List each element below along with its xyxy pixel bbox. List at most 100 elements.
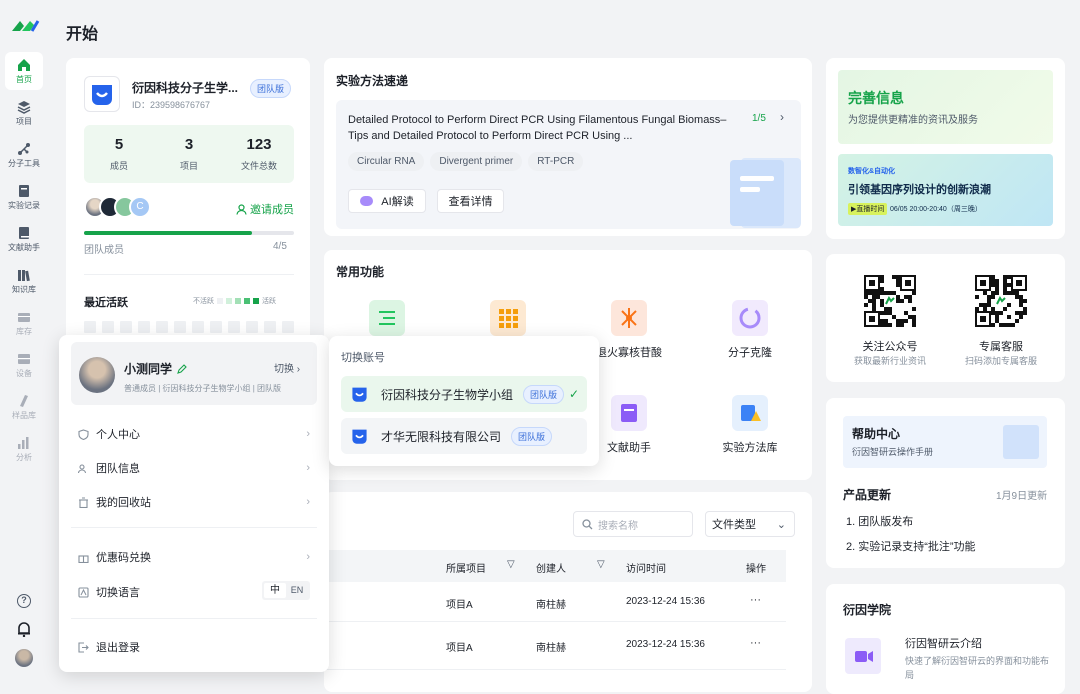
inventory-icon (18, 312, 30, 322)
menu-recycle-bin[interactable]: 我的回收站 › (78, 494, 310, 510)
logout-icon (78, 641, 89, 653)
sidebar: 首页 项目 分子工具 实验记录 文献助手 知识库 库存 设备 样品库 分析 ? (0, 0, 48, 675)
protocol-tag[interactable]: Divergent primer (430, 152, 523, 171)
section-title: 常用功能 (336, 265, 385, 279)
avatar[interactable] (15, 649, 33, 667)
chevron-right-icon[interactable]: › (780, 110, 784, 124)
lang-en-option[interactable]: EN (286, 583, 308, 598)
page-title: 开始 (66, 26, 99, 43)
notebook-icon (19, 184, 29, 197)
team-logo-icon (352, 429, 367, 444)
document-illustration (730, 160, 784, 226)
filter-icon[interactable]: ▽ (597, 559, 605, 570)
protocol-tag[interactable]: Circular RNA (348, 152, 425, 171)
edit-icon[interactable] (177, 363, 187, 374)
sidebar-item-lab-notes[interactable]: 实验记录 (5, 178, 43, 216)
analysis-icon (18, 436, 29, 449)
search-input[interactable]: 搜索名称 (573, 511, 693, 537)
banner-kicker: 数智化&自动化 (848, 168, 896, 175)
sidebar-item-label: 项目 (16, 116, 32, 126)
protocol-item[interactable]: Detailed Protocol to Perform Direct PCR … (336, 100, 801, 229)
team-name: 衍因科技分子生学... (132, 81, 239, 95)
more-icon[interactable]: ··· (750, 594, 761, 606)
video-icon[interactable] (845, 638, 881, 674)
help-icon[interactable]: ? (17, 594, 31, 608)
file-type-select[interactable]: 文件类型 ⌄ (705, 511, 795, 537)
team-logo (84, 76, 120, 112)
menu-team-info[interactable]: 团队信息 › (78, 460, 310, 476)
menu-logout[interactable]: 退出登录 (78, 639, 310, 655)
device-icon (18, 353, 30, 364)
sidebar-item-projects[interactable]: 项目 (5, 94, 43, 132)
layers-icon (17, 100, 31, 114)
molecule-icon (18, 142, 30, 155)
user-profile-header[interactable]: 小测同学 普通成员 | 衍因科技分子生物学小组 | 团队版 切换 › (71, 342, 317, 405)
help-center-banner[interactable]: 帮助中心 衍因智研云操作手册 (843, 416, 1047, 468)
sidebar-item-home[interactable]: 首页 (5, 52, 43, 90)
sidebar-item-knowledge[interactable]: 知识库 (5, 262, 43, 300)
language-icon (78, 586, 89, 598)
molecule-icon (611, 300, 647, 336)
account-option[interactable]: 才华无限科技有限公司 团队版 (341, 418, 587, 454)
column-header: 所属项目 (446, 564, 486, 575)
sidebar-item-label: 库存 (16, 326, 32, 336)
sidebar-item-label: 设备 (16, 368, 32, 378)
sidebar-item-literature[interactable]: 文献助手 (5, 220, 43, 258)
sidebar-item-inventory[interactable]: 库存 (5, 304, 43, 342)
sidebar-item-molecule-tools[interactable]: 分子工具 (5, 136, 43, 174)
complete-info-banner[interactable]: 完善信息 为您提供更精准的资讯及服务 (838, 70, 1053, 144)
sidebar-item-samples[interactable]: 样品库 (5, 388, 43, 426)
qr-title: 专属客服 (979, 341, 1023, 353)
protocol-title[interactable]: Detailed Protocol to Perform Direct PCR … (348, 112, 744, 144)
app-logo[interactable] (10, 16, 40, 36)
switch-account-button[interactable]: 切换 › (274, 360, 300, 375)
activity-cell (138, 321, 150, 333)
function-method-library[interactable]: 实验方法库 (690, 395, 810, 455)
ai-read-button[interactable]: AI解读 (348, 189, 426, 213)
activity-cell (102, 321, 114, 333)
filter-icon[interactable]: ▽ (507, 559, 515, 570)
sample-icon (20, 394, 28, 407)
user-name: 小测同学 (124, 360, 187, 377)
menu-coupon[interactable]: 优惠码兑换 › (78, 549, 310, 565)
row-time: 2023-12-24 15:36 (626, 596, 705, 607)
account-option[interactable]: 衍因科技分子生物学小组 团队版 ✓ (341, 376, 587, 412)
lang-zh-option[interactable]: 中 (264, 583, 286, 598)
activity-cell (156, 321, 168, 333)
view-details-button[interactable]: 查看详情 (437, 189, 504, 213)
activity-cell (246, 321, 258, 333)
activity-cell (192, 321, 204, 333)
activity-cell (282, 321, 294, 333)
sidebar-item-label: 知识库 (12, 284, 36, 294)
function-icon[interactable] (490, 300, 526, 336)
language-toggle[interactable]: 中 EN (262, 581, 310, 600)
sidebar-item-label: 分析 (16, 452, 32, 462)
bell-icon[interactable] (17, 621, 31, 640)
search-icon (582, 518, 593, 529)
activity-cell (120, 321, 132, 333)
members-count: 4/5 (273, 241, 287, 252)
more-icon[interactable]: ··· (750, 637, 761, 649)
row-project: 项目A (446, 600, 473, 611)
home-icon (18, 58, 30, 71)
function-cloning[interactable]: 分子克隆 (690, 300, 810, 360)
column-header: 创建人 (536, 564, 566, 575)
updates-title: 产品更新 (843, 488, 892, 502)
function-icon[interactable] (369, 300, 405, 336)
sidebar-item-label: 文献助手 (8, 242, 40, 252)
gift-icon (78, 554, 89, 563)
library-icon (18, 269, 30, 281)
invite-member-button[interactable]: 邀请成员 (236, 201, 294, 217)
sidebar-item-label: 实验记录 (8, 200, 40, 210)
live-banner[interactable]: 数智化&自动化 引领基因序列设计的创新浪潮 ▶直播时间 06/05 20:00-… (838, 154, 1053, 226)
sidebar-item-devices[interactable]: 设备 (5, 346, 43, 384)
stat-members: 5 成员 (109, 136, 128, 171)
document-illustration (1003, 425, 1039, 459)
sidebar-item-label: 首页 (16, 74, 32, 84)
member-avatar: C (129, 196, 151, 218)
sidebar-item-analysis[interactable]: 分析 (5, 430, 43, 468)
academy-item-title[interactable]: 衍因智研云介绍 (905, 635, 982, 651)
menu-profile[interactable]: 个人中心 › (78, 426, 310, 442)
book-icon (19, 226, 29, 239)
protocol-tag[interactable]: RT-PCR (528, 152, 584, 171)
